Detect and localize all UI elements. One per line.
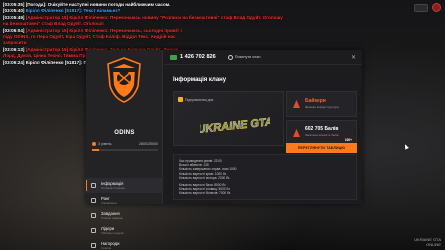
clan-logo-icon xyxy=(107,57,141,103)
tasks-icon xyxy=(91,213,96,218)
chat-time: [03:06:24] xyxy=(3,59,25,65)
nav-item-rewards[interactable]: Нагороди Список xyxy=(86,238,163,250)
points-icon xyxy=(293,129,300,137)
chat-text: запросити xyxy=(3,40,27,46)
chat-text: [Адміністратор 15] Кірілл Філіпенко: Пер… xyxy=(24,14,283,20)
banner-tag: Підприємство дня xyxy=(178,97,213,102)
points-badge: 100+ xyxy=(344,138,352,142)
nav-sub: Список xyxy=(101,246,111,250)
leave-clan-label: Покинути клан xyxy=(234,55,261,59)
clan-nav: Інформація Головна сторінка Ранг Управлі… xyxy=(86,178,163,250)
chat-time: [03:05:35] xyxy=(3,2,25,7)
corner-info: UKRAINE GTA ONLINE xyxy=(414,237,441,247)
chat-time: [03:06:04] xyxy=(3,27,25,33)
nav-sub: Таблиця лідерів xyxy=(101,231,124,235)
chat-text: піду ODINS, го Лера Одуйт, Кіра Одуйт, С… xyxy=(3,34,176,40)
chat-time: [03:06:13] xyxy=(3,46,25,52)
rewards-icon xyxy=(91,243,96,248)
clan-window: ODINS 3 рівень 2800/25000 Інформація Гол… xyxy=(86,50,362,250)
chat-text: [Адміністратор 15] Кірілл Філіпенко: Пер… xyxy=(24,27,182,33)
nav-sub: Управління xyxy=(101,201,117,205)
faction-card: Байкери Фракція Інфраструктура xyxy=(286,91,357,117)
hud-badge-icon xyxy=(432,3,441,12)
clan-name: ODINS xyxy=(114,130,135,136)
section-title: Інформація клану xyxy=(173,77,227,83)
chat-text: Кірілл Філіпенко [51817]: Текст віламьез… xyxy=(24,8,121,14)
clan-xp: 2800/25000 xyxy=(139,142,158,146)
banner-tag-label: Підприємство дня xyxy=(185,97,214,102)
chat-text: на безкоштовні" стаф Влад Одуйт. Оголоші… xyxy=(3,21,104,27)
clan-xp-bar xyxy=(92,149,158,151)
points-label: Загальна кількість балів xyxy=(305,133,339,137)
chat-time: [03:05:49] xyxy=(3,14,25,20)
nav-sub: Список завдань xyxy=(101,216,124,220)
hud-top-right xyxy=(414,3,441,12)
faction-icon xyxy=(293,100,300,108)
chat-text: [Погода]: Очікуйте наступні новини погод… xyxy=(24,2,171,7)
clan-stats: Час проведення рівнів: 22:00 Всього вбивс… xyxy=(173,154,357,200)
cash-icon xyxy=(170,54,177,60)
clan-level-row: 3 рівень 2800/25000 xyxy=(92,142,158,146)
view-table-button[interactable]: ПЕРЕГЛЯНУТИ ТАБЛИЦЮ xyxy=(286,143,357,153)
enterprise-banner: Підприємство дня UKRAINE GTA xyxy=(173,91,284,146)
clan-sidebar: ODINS 3 рівень 2800/25000 Інформація Гол… xyxy=(86,50,163,250)
nav-item-info[interactable]: Інформація Головна сторінка xyxy=(86,178,163,193)
logo-text: UKRAINE GTA xyxy=(200,116,270,136)
clan-topbar: 1 426 702 826 Покинути клан xyxy=(164,50,362,65)
rank-icon xyxy=(91,198,96,203)
money-display: 1 426 702 826 xyxy=(170,54,216,60)
nav-sub: Головна сторінка xyxy=(101,186,125,190)
level-icon xyxy=(92,142,96,146)
chat-time: [03:05:40] xyxy=(3,8,25,14)
hud-indicator xyxy=(414,3,428,12)
faction-sub: Фракція Інфраструктура xyxy=(305,105,339,109)
nav-item-rank[interactable]: Ранг Управління xyxy=(86,193,163,208)
faction-title: Байкери xyxy=(305,98,326,104)
nav-item-leaders[interactable]: Лідери Таблиця лідерів xyxy=(86,223,163,238)
server-status: ONLINE xyxy=(426,242,441,247)
leave-clan-button[interactable]: Покинути клан xyxy=(227,54,261,60)
ukraine-gta-logo: UKRAINE GTA xyxy=(200,116,270,136)
points-value: 602 705 Балів xyxy=(305,126,339,132)
star-icon xyxy=(178,97,183,102)
exit-icon xyxy=(227,54,233,60)
money-value: 1 426 702 826 xyxy=(180,54,216,60)
info-icon xyxy=(91,183,96,188)
clan-level: 3 рівень xyxy=(98,142,112,146)
stat-line: Кількість вартості бізнесів: 7000 бз xyxy=(179,191,231,196)
close-icon[interactable]: ✕ xyxy=(351,54,356,61)
leaders-icon xyxy=(91,228,96,233)
nav-item-tasks[interactable]: Завдання Список завдань xyxy=(86,208,163,223)
clan-xp-fill xyxy=(92,149,100,151)
